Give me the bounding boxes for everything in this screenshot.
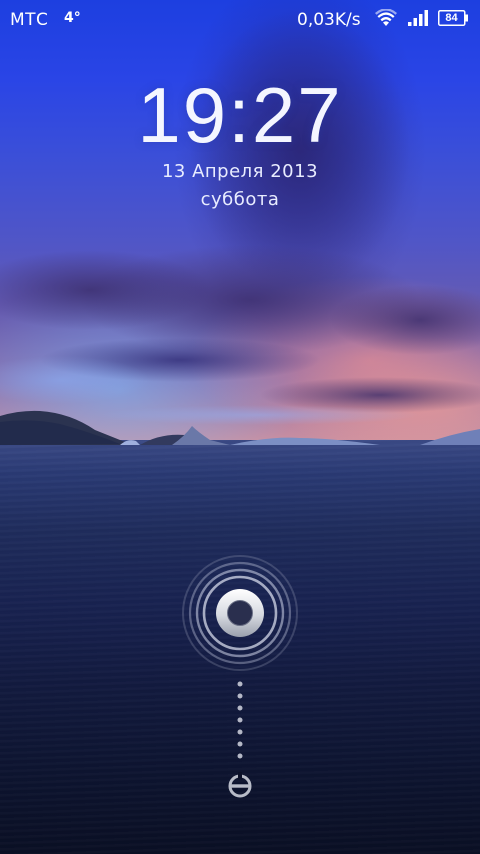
ring-unlock-handle-icon[interactable] [180, 553, 300, 673]
battery-level: 84 [445, 12, 458, 24]
unlock-target-icon[interactable] [226, 772, 254, 800]
wallpaper-islands [0, 410, 480, 445]
wifi-icon [375, 9, 397, 26]
lock-date: 13 Апреля 2013 [161, 161, 319, 182]
carrier-name: МТС [10, 10, 49, 30]
battery-icon: 84 [438, 10, 468, 26]
temperature-indicator: 4° [64, 10, 81, 26]
network-speed: 0,03K/s [297, 10, 361, 30]
cell-signal-icon [408, 10, 428, 26]
status-bar[interactable]: МТС 4° 0,03K/s 84 [0, 0, 480, 40]
unlock-track-dots [237, 681, 243, 759]
wallpaper-clouds [0, 10, 480, 425]
lock-clock: 19:27 [137, 71, 343, 159]
lock-weekday: суббота [200, 189, 280, 210]
lock-screen: МТС 4° 0,03K/s 84 19:27 13 Апреля 2013 с… [0, 0, 480, 854]
